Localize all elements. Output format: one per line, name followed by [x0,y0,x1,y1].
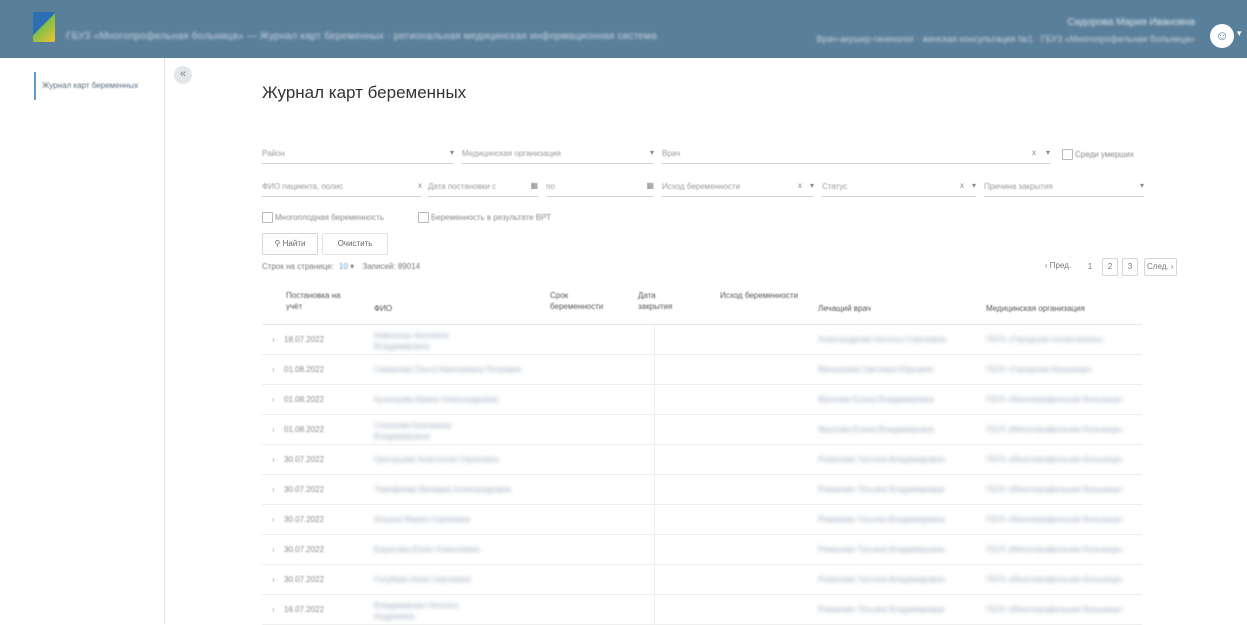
expand-icon[interactable]: › [272,395,275,404]
table-row[interactable]: › 30.07.2022 Голубева Анна Сергеевна Ром… [262,564,1142,595]
chevron-down-icon[interactable]: ▾ [1237,28,1242,39]
col-close-date[interactable]: Дата закрытия [638,290,688,312]
dropdown-caret-icon[interactable]: ▾ [350,262,354,271]
ivf-pregnancy-label: Беременность в результате ВРТ [431,213,551,222]
expand-icon[interactable]: › [272,335,275,344]
col-registration-date[interactable]: Постановка на учёт [286,290,356,312]
pager-info: Строк на странице: 10 ▾ Записей: 89014 [262,262,421,271]
search-icon: ⚲ [274,239,281,248]
clear-icon[interactable]: x [1032,148,1036,157]
expand-icon[interactable]: › [272,485,275,494]
app-logo[interactable] [33,12,55,42]
table-header: Постановка на учёт ФИО Срок беременности… [262,286,1142,325]
calendar-icon[interactable]: ▦ [530,181,538,190]
multiple-pregnancy-checkbox[interactable] [262,212,273,223]
col-outcome[interactable]: Исход беременности [720,290,800,301]
expand-icon[interactable]: › [272,425,275,434]
top-bar: ГБУЗ «Многопрофильная больница» — Журнал… [0,0,1247,58]
page-2[interactable]: 2 [1102,258,1118,276]
table-row[interactable]: › 01.08.2022 Соколова Екатерина Владимир… [262,414,1142,445]
patient-search-input[interactable]: ФИО пациента, полис x [262,178,422,197]
among-pregnant-label: Среди умерших [1075,150,1135,159]
multiple-pregnancy-label: Многоплодная беременность [275,213,385,222]
table-row[interactable]: › 30.07.2022 Григорьева Анастасия Сергее… [262,444,1142,475]
dropdown-caret-icon: ▾ [449,148,454,157]
status-select[interactable]: Статус x ▾ [822,178,976,197]
dropdown-caret-icon: ▾ [1045,148,1050,157]
records-count: 89014 [397,262,421,271]
clear-icon[interactable]: x [418,181,422,190]
date-from-input[interactable]: Дата постановки с ▦ [428,178,538,197]
dropdown-caret-icon: ▾ [809,181,814,190]
region-select[interactable]: Район ▾ [262,145,454,164]
page-1[interactable]: 1 [1082,258,1098,276]
outcome-select[interactable]: Исход беременности x ▾ [662,178,814,197]
dropdown-caret-icon: ▾ [649,148,654,157]
expand-icon[interactable]: › [272,545,275,554]
page-title: Журнал карт беременных [262,83,467,102]
rows-per-page-select[interactable]: 10 [339,262,348,271]
dropdown-caret-icon: ▾ [1139,181,1144,190]
expand-icon[interactable]: › [272,455,275,464]
table-row[interactable]: › 30.07.2022 Борисова Юлия Алексеевна Ро… [262,534,1142,565]
sidebar-item-label: Журнал карт беременных [42,81,139,90]
user-role: Врач-акушер-гинеколог · женская консульт… [816,34,1195,44]
user-name: Сидорова Мария Ивановна [1067,17,1195,28]
pager-prev[interactable]: ‹ Пред. [1040,258,1076,274]
app-title: ГБУЗ «Многопрофильная больница» — Журнал… [66,31,657,42]
user-circle-icon[interactable]: ☺ [1210,24,1234,48]
col-fio[interactable]: ФИО [374,303,392,314]
clear-icon[interactable]: x [960,181,964,190]
doctor-select[interactable]: Врач x ▾ [662,145,1050,164]
table-row[interactable]: › 18.07.2022 Ковальчук Ангелина Владимир… [262,324,1142,355]
table-row[interactable]: › 30.07.2022 Тимофеева Валерия Александр… [262,474,1142,505]
table-row[interactable]: › 01.08.2022 Кузнецова Ирина Александров… [262,384,1142,415]
chevron-left-icon[interactable]: « [174,66,192,84]
ivf-pregnancy-checkbox[interactable] [418,212,429,223]
expand-icon[interactable]: › [272,515,275,524]
table-row[interactable]: › 16.07.2022 Владимирова Наталья Андреев… [262,594,1142,625]
page-3[interactable]: 3 [1122,258,1138,276]
sidebar-item-pregnancy-journal[interactable]: Журнал карт беременных [34,72,166,100]
sidebar [0,58,165,624]
expand-icon[interactable]: › [272,365,275,374]
pager-next[interactable]: След. › [1144,258,1177,276]
search-button[interactable]: ⚲ Найти [262,233,318,255]
clear-button[interactable]: Очистить [322,233,388,255]
date-to-input[interactable]: по ▦ [546,178,654,197]
expand-icon[interactable]: › [272,605,275,614]
dropdown-caret-icon: ▾ [971,181,976,190]
table-row[interactable]: › 30.07.2022 Ильина Мария Сергеевна Рома… [262,504,1142,535]
close-reason-select[interactable]: Причина закрытия ▾ [984,178,1144,197]
clear-icon[interactable]: x [798,181,802,190]
col-term[interactable]: Срок беременности [550,290,620,312]
calendar-icon[interactable]: ▦ [646,181,654,190]
col-doctor[interactable]: Лечащий врач [818,303,871,314]
med-org-select[interactable]: Медицинская организация ▾ [462,145,654,164]
table-row[interactable]: › 01.08.2022 Смирнова Ольга Николаевна П… [262,354,1142,385]
expand-icon[interactable]: › [272,575,275,584]
among-pregnant-checkbox[interactable] [1062,149,1073,160]
col-med-org[interactable]: Медицинская организация [986,303,1085,314]
